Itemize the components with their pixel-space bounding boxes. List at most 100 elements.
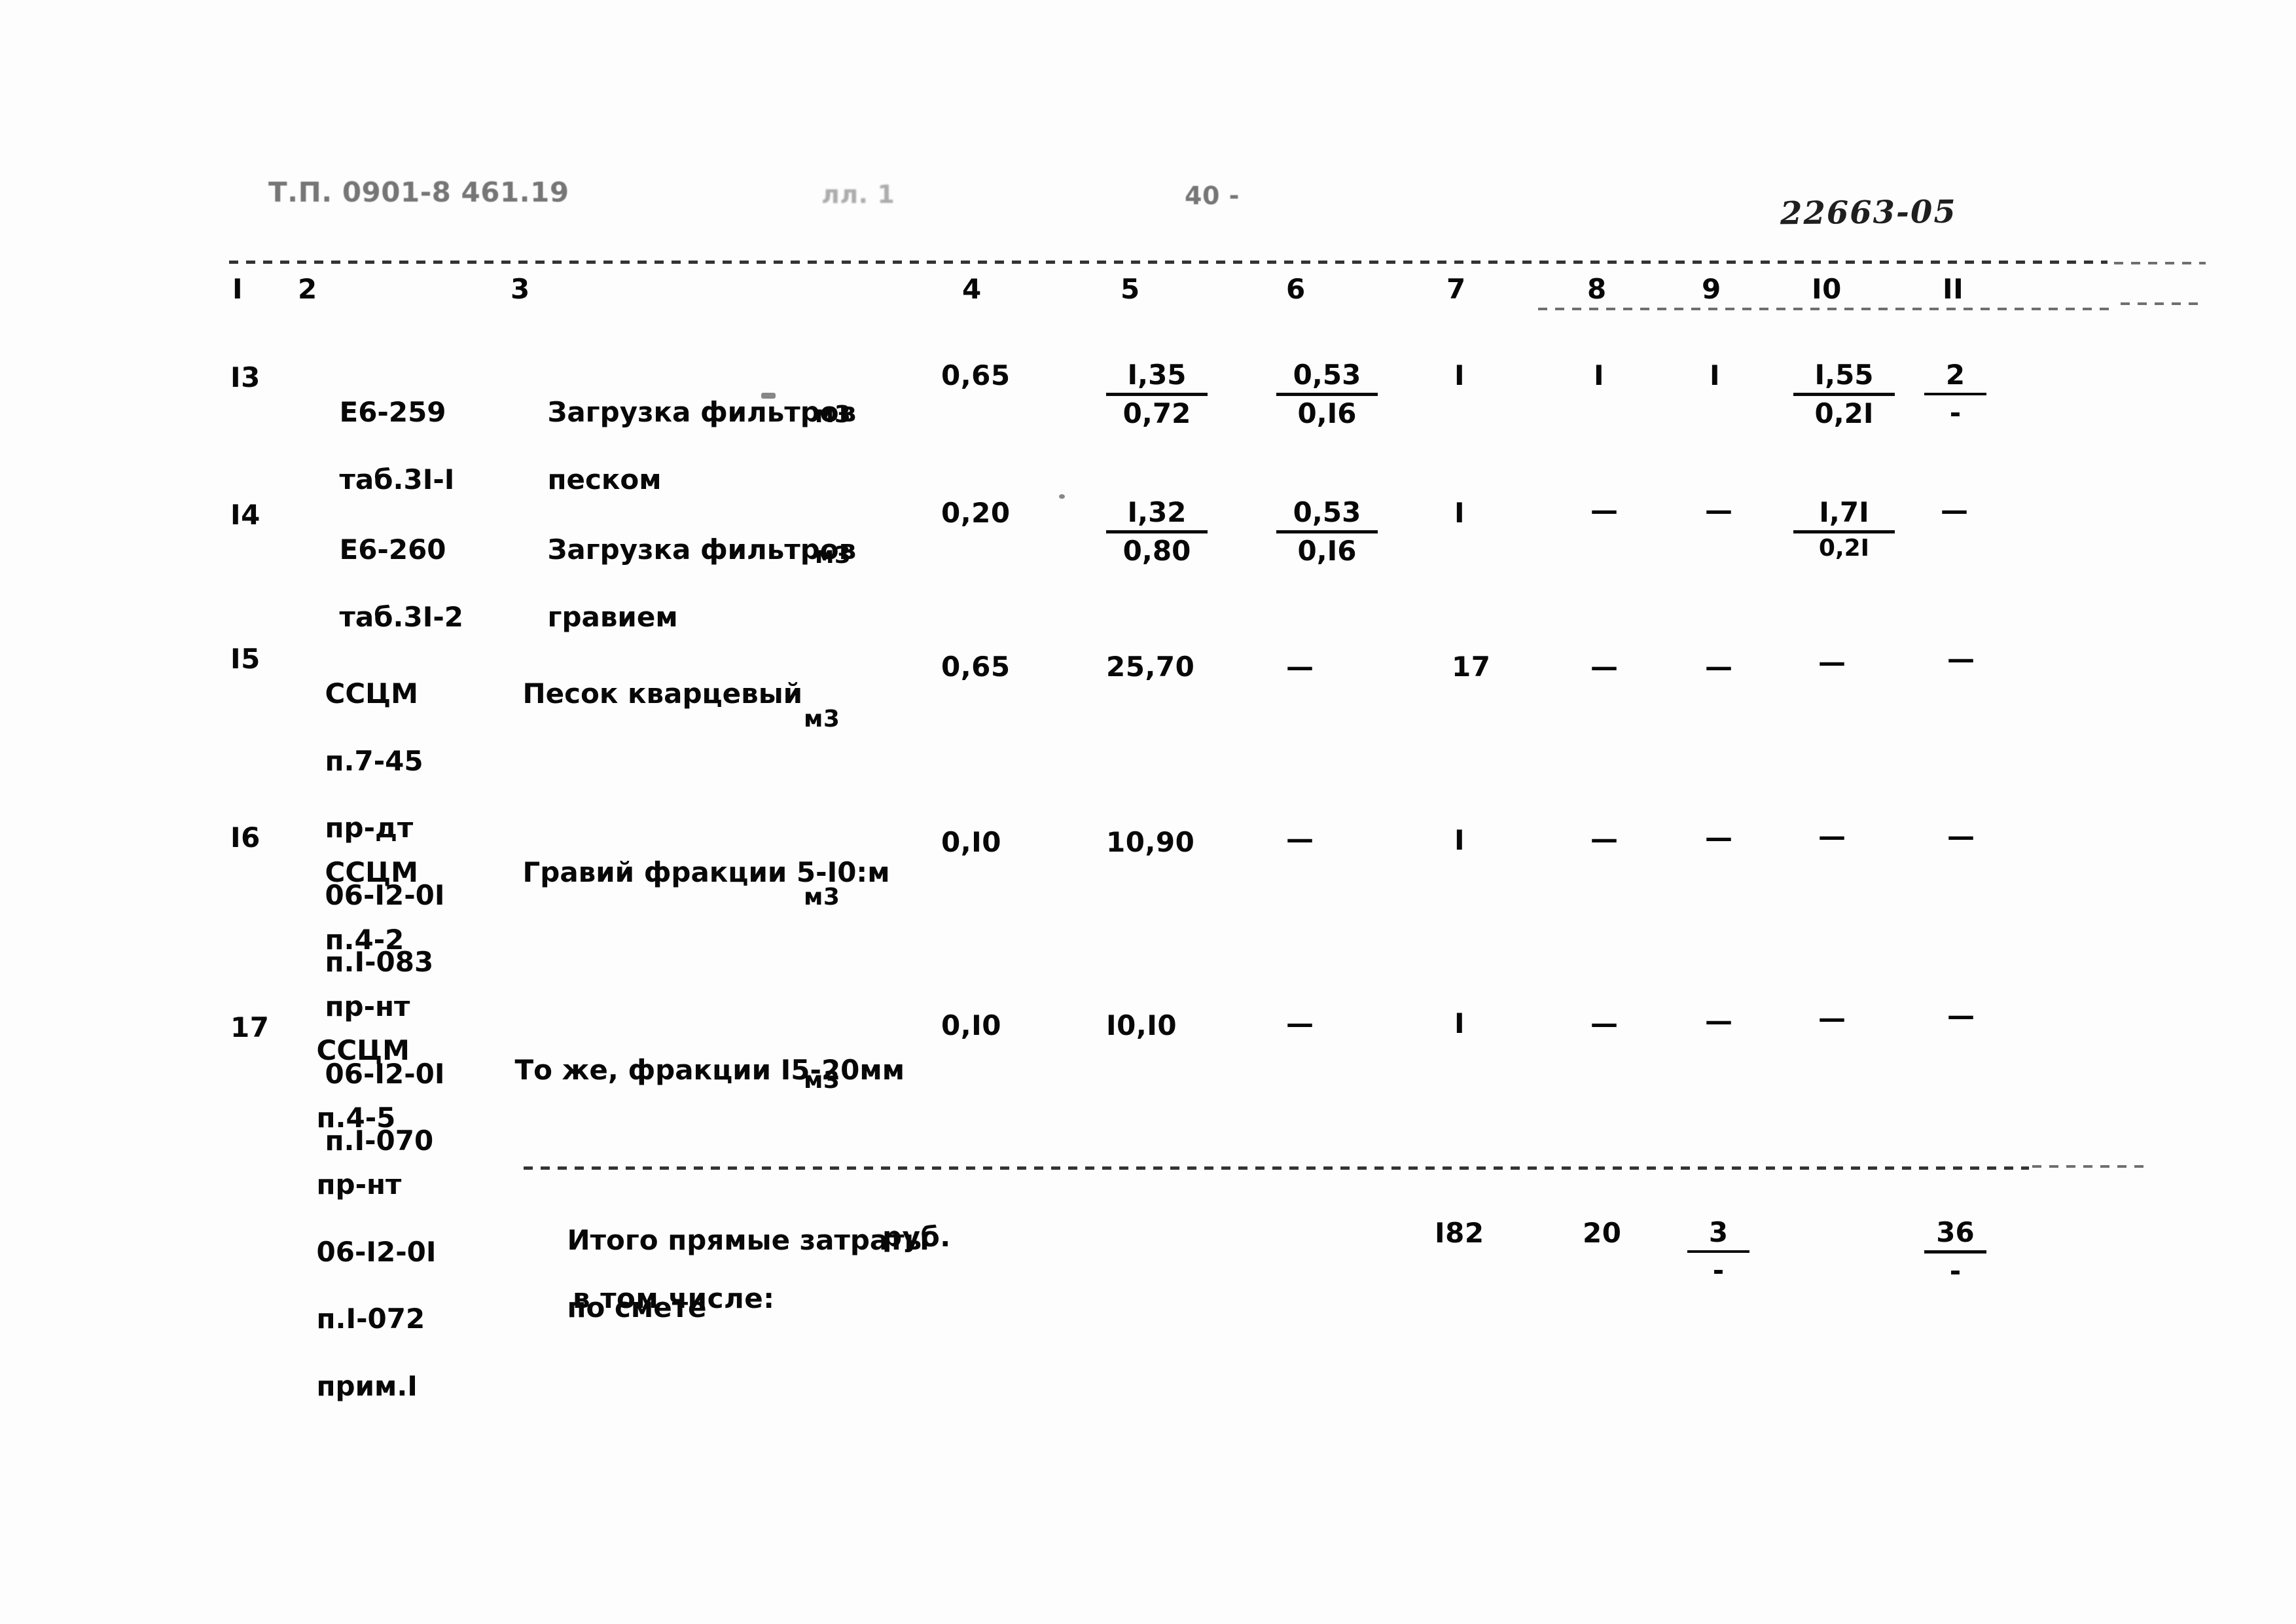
column-header-5: 5 xyxy=(1121,273,1140,305)
row-unit: м3 xyxy=(815,542,852,569)
row-code-line: Е6-260 xyxy=(339,533,446,566)
rule-above-column-headers xyxy=(229,261,2108,264)
cell-col9: — xyxy=(1705,651,1733,683)
cell-col4: 0,65 xyxy=(941,359,1011,391)
fraction-bar xyxy=(1793,530,1895,533)
row-description-line: гравием xyxy=(547,600,678,633)
row-code-line: Е6-259 xyxy=(339,396,446,429)
cell-col10-numerator: I,55 xyxy=(1814,359,1874,391)
cell-col6-numerator: 0,53 xyxy=(1293,359,1361,391)
row-number: I5 xyxy=(230,643,260,675)
row-code-line: 06-I2-0I xyxy=(316,1235,437,1268)
row-code-line: ССЦМ xyxy=(316,1034,410,1067)
cell-col11: — xyxy=(1947,643,1975,675)
cell-col10-denominator: 0,2I xyxy=(1818,535,1870,562)
header-archive-stamp: 22663-05 xyxy=(1780,193,1958,232)
row-unit: м3 xyxy=(804,884,840,911)
totals-col8: 20 xyxy=(1583,1217,1622,1249)
totals-col10-denominator: - xyxy=(1949,1255,1962,1287)
cell-col11: — xyxy=(1947,1000,1975,1032)
row-code-line: ССЦМ xyxy=(325,856,418,889)
totals-col9-numerator: 3 xyxy=(1708,1216,1729,1248)
fraction-bar xyxy=(1924,393,1986,395)
totals-col9: 3 - xyxy=(1687,1216,1749,1286)
row-unit: м3 xyxy=(815,401,852,428)
totals-col7: I82 xyxy=(1435,1217,1484,1249)
row-unit: м3 xyxy=(804,1067,840,1094)
cell-col5: 25,70 xyxy=(1106,651,1195,683)
fraction-bar xyxy=(1687,1250,1749,1253)
cell-col10: — xyxy=(1818,1002,1846,1034)
cell-col9: I xyxy=(1710,359,1721,391)
header-sheet-label: лл. 1 xyxy=(821,180,895,209)
cell-col7: I xyxy=(1454,359,1465,391)
row-description-line: Загрузка фильтров xyxy=(547,533,857,566)
cell-col10: I,7I 0,2I xyxy=(1793,496,1895,562)
cell-col4: 0,20 xyxy=(941,497,1011,529)
column-header-1: I xyxy=(232,273,243,305)
cell-col10: — xyxy=(1818,820,1846,852)
cell-col8: — xyxy=(1590,651,1619,683)
row-description: То же, фракции I5-20мм xyxy=(476,1020,905,1121)
cell-col4: 0,65 xyxy=(941,651,1011,683)
cell-col5-numerator: I,32 xyxy=(1127,496,1187,528)
cell-col10-numerator: I,7I xyxy=(1819,496,1869,528)
cell-col11: — xyxy=(1947,820,1975,852)
cell-col8: — xyxy=(1590,823,1619,855)
cell-col5: I,32 0,80 xyxy=(1106,496,1208,567)
row-description-line: Песок кварцевый xyxy=(522,677,803,710)
cell-col5: I,35 0,72 xyxy=(1106,359,1208,429)
cell-col5-denominator: 0,80 xyxy=(1122,535,1191,567)
column-header-7: 7 xyxy=(1446,273,1466,305)
cell-col6-denominator: 0,I6 xyxy=(1297,535,1357,567)
row-description: Песок кварцевый xyxy=(484,643,803,744)
cell-col7: I xyxy=(1454,824,1465,856)
cell-col10-denominator: 0,2I xyxy=(1814,397,1874,429)
totals-sub-label: в том числе: xyxy=(573,1282,775,1314)
column-header-4: 4 xyxy=(962,273,982,305)
totals-col10-numerator: 36 xyxy=(1936,1216,1975,1248)
row-number: 17 xyxy=(230,1011,270,1043)
scan-speck xyxy=(1059,494,1065,499)
totals-unit: руб. xyxy=(882,1221,951,1253)
cell-col6: 0,53 0,I6 xyxy=(1276,496,1378,567)
fraction-bar xyxy=(1276,393,1378,396)
scanned-page: Т.П. 0901-8 461.19 лл. 1 40 - 22663-05 I… xyxy=(0,0,2296,1624)
cell-col6-denominator: 0,I6 xyxy=(1297,397,1357,429)
cell-col6: — xyxy=(1286,651,1314,683)
column-header-11: II xyxy=(1943,273,1964,305)
row-description-line: То же, фракции I5-20мм xyxy=(514,1054,905,1087)
cell-col8: I xyxy=(1594,359,1605,391)
fraction-bar xyxy=(1793,393,1895,396)
cell-col11: — xyxy=(1941,494,1969,526)
totals-label: Итого прямые затраты по смете xyxy=(529,1190,929,1358)
cell-col9: — xyxy=(1705,494,1733,526)
totals-col10: 36 - xyxy=(1924,1216,1986,1287)
totals-label-line1: Итого прямые затраты xyxy=(567,1224,929,1257)
row-code-line: п.4-5 xyxy=(316,1101,396,1134)
header-page-number: 40 - xyxy=(1185,181,1240,210)
row-description-line: песком xyxy=(547,463,662,496)
row-description: Загрузка фильтров гравием xyxy=(509,499,857,667)
column-header-3: 3 xyxy=(511,273,530,305)
column-header-8: 8 xyxy=(1587,273,1607,305)
column-header-10: I0 xyxy=(1812,273,1842,305)
row-code-line: п.I-072 xyxy=(316,1303,425,1335)
cell-col6: — xyxy=(1286,823,1314,855)
cell-col10: I,55 0,2I xyxy=(1793,359,1895,429)
fraction-bar xyxy=(1106,530,1208,533)
row-number: I6 xyxy=(230,821,260,854)
cell-col8: — xyxy=(1590,494,1619,526)
fraction-bar xyxy=(1106,393,1208,396)
cell-col10: — xyxy=(1818,646,1846,678)
cell-col4: 0,I0 xyxy=(941,826,1002,858)
rule-above-column-headers-tail xyxy=(2114,262,2206,264)
row-number: I4 xyxy=(230,499,260,531)
row-code: ССЦМ п.4-5 пр-нт 06-I2-0I п.I-072 прим.I xyxy=(278,1000,437,1436)
cell-col9: — xyxy=(1705,821,1733,854)
totals-col9-denominator: - xyxy=(1712,1254,1725,1286)
cell-col6: — xyxy=(1286,1007,1314,1039)
cell-col7: 17 xyxy=(1452,651,1491,683)
row-code-line: ССЦМ xyxy=(325,677,418,710)
column-header-6: 6 xyxy=(1286,273,1306,305)
